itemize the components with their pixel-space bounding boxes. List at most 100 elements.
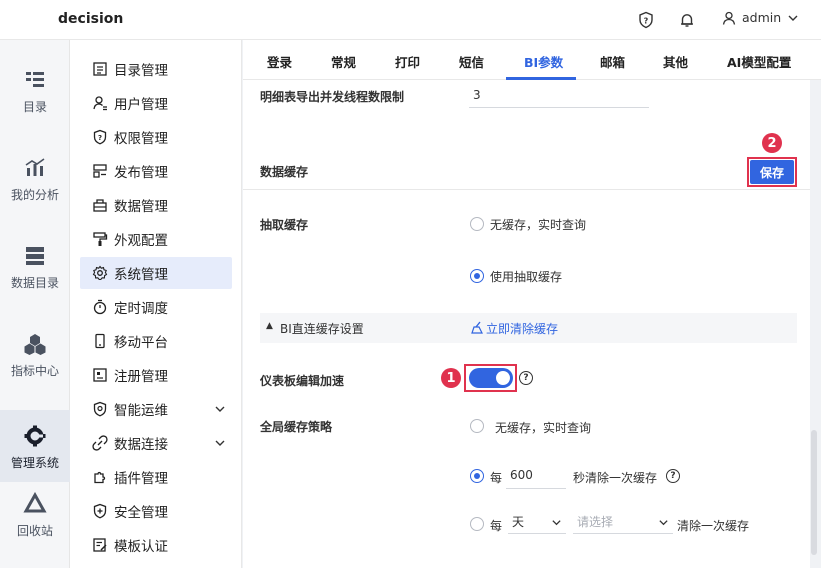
shield-help-icon[interactable]: ? bbox=[637, 11, 655, 29]
rail-item-label: 指标中心 bbox=[10, 364, 59, 378]
submenu-item-data[interactable]: 数据管理 bbox=[80, 189, 232, 221]
submenu-item-register[interactable]: 注册管理 bbox=[80, 359, 232, 391]
tab-email[interactable]: 邮箱 bbox=[600, 52, 625, 71]
data-cache-header: 数据缓存 保存 2 bbox=[243, 133, 810, 190]
time-select[interactable]: 请选择 bbox=[573, 510, 673, 534]
submenu-item-mobile[interactable]: 移动平台 bbox=[80, 325, 232, 357]
submenu-item-catalog[interactable]: 目录管理 bbox=[80, 53, 232, 85]
user-name: admin bbox=[742, 10, 782, 25]
submenu-item-plugins[interactable]: 插件管理 bbox=[80, 461, 232, 493]
submenu-item-template-cert[interactable]: 模板认证 bbox=[80, 529, 232, 561]
every-label: 每 bbox=[490, 519, 503, 533]
direct-cache-title: BI直连缓存设置 bbox=[280, 322, 364, 336]
rail-item-catalog[interactable]: 目录 bbox=[0, 54, 70, 126]
rail-item-recycle[interactable]: 回收站 bbox=[0, 478, 70, 550]
chevron-down-icon bbox=[659, 520, 668, 526]
top-bar: decision ? admin bbox=[0, 0, 821, 40]
rail-item-data-catalog[interactable]: 数据目录 bbox=[0, 230, 70, 302]
toggle-knob bbox=[496, 371, 510, 385]
tab-sms[interactable]: 短信 bbox=[459, 52, 484, 71]
period-select-value: 天 bbox=[512, 515, 525, 529]
vertical-scrollbar[interactable] bbox=[811, 430, 817, 555]
option-no-cache: 无缓存，实时查询 bbox=[490, 218, 587, 232]
tab-login[interactable]: 登录 bbox=[267, 52, 292, 71]
submenu-item-users[interactable]: 用户管理 bbox=[80, 87, 232, 119]
data-cache-panel: 数据缓存 保存 2 抽取缓存 无缓存，实时查询 使用抽取缓存 ▲ BI直连缓存设… bbox=[243, 133, 810, 568]
timer-icon bbox=[93, 299, 107, 315]
submenu-label: 插件管理 bbox=[114, 471, 168, 487]
settings-tabs: 登录 常规 打印 短信 BI参数 邮箱 其他 AI模型配置 bbox=[243, 40, 821, 80]
template-cert-icon bbox=[93, 538, 107, 552]
tab-ai-model[interactable]: AI模型配置 bbox=[727, 52, 791, 71]
rail-item-label: 回收站 bbox=[16, 524, 53, 538]
mobile-icon bbox=[95, 333, 105, 349]
option-global-no-cache: 无缓存，实时查询 bbox=[495, 421, 592, 435]
extract-cache-label: 抽取缓存 bbox=[260, 218, 309, 232]
help-icon[interactable]: ? bbox=[519, 371, 533, 385]
radio-every-day[interactable] bbox=[470, 517, 484, 531]
svg-text:?: ? bbox=[98, 134, 102, 142]
gear-icon bbox=[24, 425, 46, 447]
direct-cache-section[interactable]: ▲ BI直连缓存设置 立即清除缓存 bbox=[260, 313, 797, 343]
step-badge-2: 2 bbox=[762, 133, 782, 153]
seconds-suffix: 秒清除一次缓存 bbox=[573, 471, 658, 485]
catalog-icon bbox=[26, 72, 44, 87]
tab-general[interactable]: 常规 bbox=[331, 52, 356, 71]
submenu-label: 定时调度 bbox=[114, 301, 168, 317]
submenu-item-security[interactable]: 安全管理 bbox=[80, 495, 232, 527]
radio-no-cache[interactable] bbox=[470, 217, 484, 231]
submenu-label: 注册管理 bbox=[114, 369, 168, 385]
register-icon bbox=[93, 368, 107, 382]
seconds-input[interactable]: 600 bbox=[506, 468, 566, 489]
tab-bi-params[interactable]: BI参数 bbox=[524, 52, 563, 71]
submenu-item-ops[interactable]: 智能运维 bbox=[80, 393, 232, 425]
rail-item-metrics[interactable]: 指标中心 bbox=[0, 318, 70, 390]
period-select[interactable]: 天 bbox=[508, 510, 566, 534]
dashboard-accel-toggle[interactable] bbox=[469, 368, 513, 388]
submenu-label: 数据管理 bbox=[114, 199, 168, 215]
chevron-down-icon bbox=[215, 406, 225, 412]
shield-icon: ? bbox=[93, 129, 107, 145]
user-icon bbox=[93, 96, 107, 111]
submenu-label: 模板认证 bbox=[114, 539, 168, 555]
global-cache-label: 全局缓存策略 bbox=[260, 420, 333, 434]
publish-icon bbox=[93, 164, 107, 178]
primary-nav: 目录 我的分析 数据目录 指标中心 管理系统 回收站 bbox=[0, 40, 70, 568]
radio-global-no-cache[interactable] bbox=[470, 419, 484, 433]
user-menu[interactable]: admin bbox=[722, 10, 799, 25]
thread-limit-input[interactable]: 3 bbox=[469, 88, 649, 108]
day-suffix: 清除一次缓存 bbox=[677, 519, 750, 533]
paint-icon bbox=[93, 232, 108, 246]
chevron-down-icon bbox=[215, 440, 225, 446]
submenu-item-system[interactable]: 系统管理 bbox=[80, 257, 232, 289]
data-catalog-icon bbox=[26, 247, 44, 265]
option-use-extract: 使用抽取缓存 bbox=[490, 270, 563, 284]
help-icon[interactable]: ? bbox=[666, 469, 680, 483]
plugin-icon bbox=[94, 471, 106, 484]
rail-item-label: 管理系统 bbox=[10, 456, 59, 470]
tab-other[interactable]: 其他 bbox=[663, 52, 688, 71]
submenu-label: 安全管理 bbox=[114, 505, 168, 521]
submenu-label: 用户管理 bbox=[114, 97, 168, 113]
radio-every-seconds[interactable] bbox=[470, 469, 484, 483]
submenu-item-schedule[interactable]: 定时调度 bbox=[80, 291, 232, 323]
submenu-item-data-connection[interactable]: 数据连接 bbox=[80, 427, 232, 459]
clear-cache-link[interactable]: 立即清除缓存 bbox=[486, 320, 558, 337]
submenu-label: 移动平台 bbox=[114, 335, 168, 351]
chevron-down-icon bbox=[552, 520, 561, 526]
rail-item-admin[interactable]: 管理系统 bbox=[0, 410, 70, 482]
list-icon bbox=[93, 62, 107, 76]
every-label: 每 bbox=[490, 471, 503, 485]
submenu-label: 权限管理 bbox=[114, 131, 168, 147]
submenu-item-appearance[interactable]: 外观配置 bbox=[80, 223, 232, 255]
tab-print[interactable]: 打印 bbox=[395, 52, 420, 71]
rail-item-label: 目录 bbox=[22, 100, 47, 114]
rail-item-my-analysis[interactable]: 我的分析 bbox=[0, 142, 70, 214]
main-content: 登录 常规 打印 短信 BI参数 邮箱 其他 AI模型配置 明细表导出并发线程数… bbox=[243, 40, 821, 568]
database-icon bbox=[93, 199, 107, 212]
radio-use-extract[interactable] bbox=[470, 269, 484, 283]
submenu-item-permissions[interactable]: ? 权限管理 bbox=[80, 121, 232, 153]
bell-icon[interactable] bbox=[678, 11, 696, 29]
submenu-label: 智能运维 bbox=[114, 403, 168, 419]
submenu-item-publish[interactable]: 发布管理 bbox=[80, 155, 232, 187]
